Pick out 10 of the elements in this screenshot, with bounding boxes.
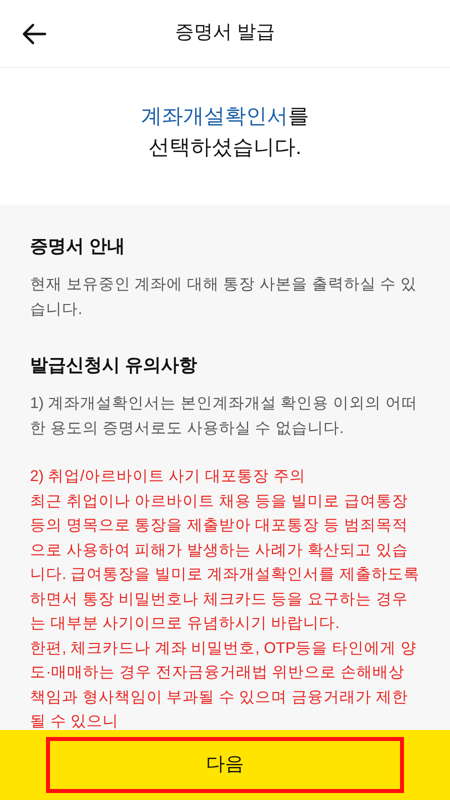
next-button[interactable]: 다음 — [46, 737, 404, 793]
selection-message: 계좌개설확인서 를 선택하셨습니다. — [141, 104, 309, 160]
info-text: 1) 계좌개설확인서는 본인계좌개설 확인용 이외의 어떠한 용도의 증명서로도 사용하실 수 없습니다. — [30, 394, 418, 438]
warning-text: 최근 취업이나 아르바이트 채용 등을 빌미로 급여통장 등의 명목으로 통장을 제출받아 대포통장 등 범죄목적으로 사용하여 피해가 발생하는 사례가 확산되고 있습니다. 급여통장을 빌미로 계좌개설확인서를 제출하도록 하면서 통장 비밀번호나 체크카드 등을 요구하는 경우는 대부분 사기이므로 유념하시기 바랍니다. — [30, 492, 420, 634]
warning-text: 2) 취업/아르바이트 사기 대포통장 주의 — [30, 467, 306, 487]
warning-text: 한편, 체크카드나 계좌 비밀번호, OTP등을 타인에게 양도·매매하는 경우 전자금융거래법 위반으로 손해배상책임과 형사책임이 부과될 수 있으며 금융거래가 제한될 수 있으니 — [30, 638, 418, 732]
section-heading: 발급신청시 유의사항 — [30, 354, 198, 377]
info-text: 현재 보유중인 계좌에 대해 통장 사본을 출력하실 수 있습니다. — [30, 275, 418, 320]
section-heading: 증명서 안내 — [30, 235, 126, 258]
screen-title: 증명서 발급 — [174, 21, 276, 46]
